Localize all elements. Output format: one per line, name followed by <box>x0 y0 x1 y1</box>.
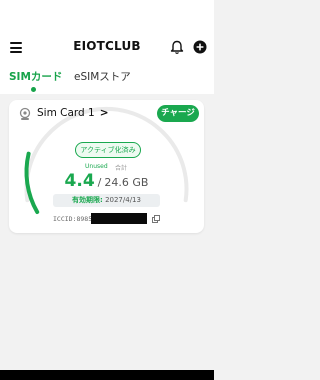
plus-circle-icon[interactable] <box>193 40 207 54</box>
expiry-date-box: 有効期限: 2027/4/13 <box>53 194 160 207</box>
sim-card-panel: Sim Card 1 > チャージ アクティブ化済み Unused 合計 4.4/… <box>9 100 204 233</box>
tab-bar: SIMカード eSIMストア <box>0 66 214 94</box>
data-usage: 4.4/24.6 GB <box>9 171 204 191</box>
remaining-data-value: 4.4 <box>64 171 95 191</box>
app-bar: EIOTCLUB SIMカード eSIMストア <box>0 0 214 94</box>
bell-icon[interactable] <box>170 40 184 55</box>
usage-separator: / <box>97 176 102 189</box>
active-tab-indicator <box>31 87 36 92</box>
expiry-date: 2027/4/13 <box>105 196 141 204</box>
unused-label: Unused <box>85 163 108 170</box>
tab-esim-store[interactable]: eSIMストア <box>74 69 131 84</box>
charge-button[interactable]: チャージ <box>157 105 199 122</box>
sim-card-name-label: Sim Card 1 <box>37 107 95 119</box>
tab-sim-card[interactable]: SIMカード <box>9 69 62 84</box>
chevron-right-icon: > <box>99 107 109 119</box>
sim-card-name[interactable]: Sim Card 1 > <box>37 107 109 119</box>
status-badge: アクティブ化済み <box>75 142 141 158</box>
iccid-text: ICCID:89852 <box>53 215 97 223</box>
sim-card-icon <box>19 107 31 120</box>
total-data-value: 24.6 GB <box>104 176 149 189</box>
copy-icon[interactable] <box>152 215 160 223</box>
expiry-label: 有効期限: <box>72 196 103 204</box>
system-nav-bar <box>0 370 214 380</box>
redacted-iccid <box>91 213 147 224</box>
